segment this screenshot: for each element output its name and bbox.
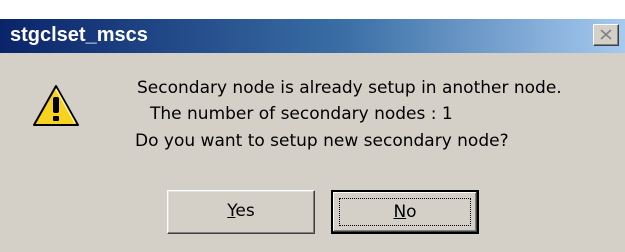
no-button[interactable]: No — [331, 190, 479, 234]
focus-rectangle — [339, 198, 471, 226]
top-background-strip — [0, 0, 625, 19]
message-line-3: Do you want to setup new secondary node? — [135, 131, 509, 151]
yes-button-label: Yes — [227, 201, 255, 221]
window-title: stgclset_mscs — [10, 24, 148, 46]
close-button[interactable] — [593, 24, 619, 46]
title-bar[interactable]: stgclset_mscs — [0, 19, 625, 53]
message-line-2: The number of secondary nodes : 1 — [150, 104, 453, 124]
warning-icon — [33, 85, 79, 126]
close-icon — [600, 29, 612, 40]
message-dialog: stgclset_mscs Secondary node is already … — [0, 0, 625, 252]
message-line-1: Secondary node is already setup in anoth… — [137, 78, 562, 98]
yes-button[interactable]: Yes — [167, 190, 315, 234]
